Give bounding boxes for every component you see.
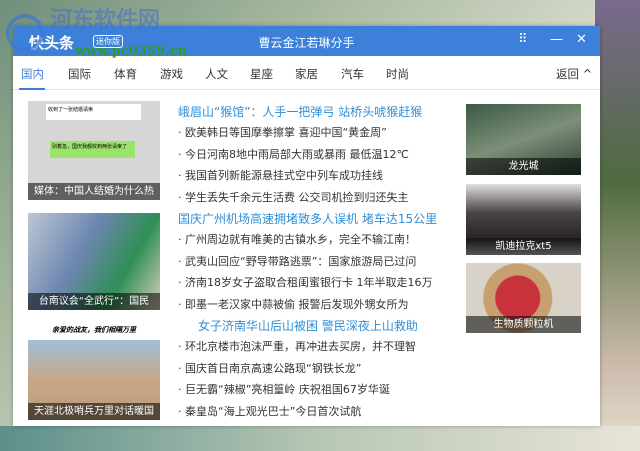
- news-image-soldiers[interactable]: 亲爱的战友，我们相隔万里 天涯北极哨兵万里对话暖国: [28, 322, 160, 420]
- news-item[interactable]: · 今日河南8地中雨局部大雨或暴雨 最低温12℃: [178, 146, 409, 162]
- image-caption: 生物质颗粒机: [466, 316, 581, 333]
- watermark-url: www.pc0359.cn: [75, 44, 187, 59]
- image-caption: 台南议会“全武行”：国民: [28, 293, 160, 310]
- news-image-tainan[interactable]: 台南议会“全武行”：国民: [28, 213, 160, 310]
- close-button[interactable]: ✕: [576, 32, 587, 47]
- tab-guonei[interactable]: 国内: [21, 66, 44, 82]
- news-headline[interactable]: 女子济南华山后山被困 警民深夜上山救助: [198, 317, 418, 334]
- image-caption: 凯迪拉克xt5: [466, 238, 581, 255]
- news-item[interactable]: · 济南18岁女子盗取合租闺蜜银行卡 1年半取走16万: [178, 274, 432, 290]
- minimize-button[interactable]: —: [550, 32, 563, 47]
- ad-image-pellet-machine[interactable]: 生物质颗粒机: [466, 263, 581, 333]
- news-item[interactable]: · 巨无霸“辣椒”亮相篁岭 庆祝祖国67岁华诞: [178, 381, 390, 397]
- ad-image-cadillac[interactable]: 凯迪拉克xt5: [466, 184, 581, 255]
- image-banner-text: 亲爱的战友，我们相隔万里: [52, 326, 136, 334]
- news-item[interactable]: · 学生丢失千余元生活费 公交司机捡到归还失主: [178, 189, 409, 205]
- background-bottom: [0, 426, 640, 451]
- back-button[interactable]: 返回 ^: [556, 66, 592, 82]
- news-item[interactable]: · 广州周边就有唯美的古镇水乡，完全不输江南！: [178, 231, 416, 247]
- tab-xingzuo[interactable]: 星座: [250, 66, 273, 82]
- background-right: [595, 0, 640, 451]
- image-caption: 媒体：中国人结婚为什么热: [28, 183, 160, 200]
- news-headline[interactable]: 国庆广州机场高速拥堵致多人误机 堵车达15公里: [178, 210, 437, 227]
- news-item[interactable]: · 环北京楼市泡沫严重，再冲进去买房，并不理智: [178, 338, 416, 354]
- news-item[interactable]: · 国庆首日南京高速公路现“钢铁长龙”: [178, 360, 361, 376]
- news-item[interactable]: · 秦皇岛“海上观光巴士”今日首次试航: [178, 403, 361, 419]
- watermark-logo-icon: [6, 14, 44, 52]
- tab-youxi[interactable]: 游戏: [160, 66, 183, 82]
- news-item[interactable]: · 我国首列新能源悬挂式空中列车成功挂线: [178, 167, 383, 183]
- chat-bubble: 收到了一张结婚请柬: [46, 104, 141, 120]
- tab-jiaju[interactable]: 家居: [295, 66, 318, 82]
- news-item[interactable]: · 即墨一老汉家中蒜被偷 报警后发现外甥女所为: [178, 296, 409, 312]
- grid-icon[interactable]: ⠿: [518, 32, 528, 47]
- image-caption: 天涯北极哨兵万里对话暖国: [28, 403, 160, 420]
- news-image-wedding[interactable]: 收到了一张结婚请柬 别着急，国庆我都收到两张请柬了 媒体：中国人结婚为什么热: [28, 101, 160, 200]
- category-tabs: 国内 国际 体育 游戏 人文 星座 家居 汽车 时尚 返回 ^: [13, 56, 600, 90]
- watermark-text: 河东软件网: [50, 7, 161, 33]
- tab-renwen[interactable]: 人文: [205, 66, 228, 82]
- news-window: 快头条 迷你版 曹云金江若琳分手 ⠿ — ✕ 国内 国际 体育 游戏 人文 星座…: [13, 26, 600, 426]
- tab-guoji[interactable]: 国际: [68, 66, 91, 82]
- ad-image-longguang[interactable]: 龙光城: [466, 104, 581, 175]
- news-item[interactable]: · 欧美韩日等国摩拳擦掌 喜迎中国“黄金周”: [178, 124, 387, 140]
- news-headline[interactable]: 峨眉山“猴馆”：人手一把弹弓 站桥头唬猴赶猴: [178, 103, 422, 120]
- tab-tiyu[interactable]: 体育: [114, 66, 137, 82]
- active-tab-indicator: [19, 88, 45, 90]
- tab-qiche[interactable]: 汽车: [341, 66, 364, 82]
- chat-bubble-green: 别着急，国庆我都收到两张请柬了: [50, 141, 135, 158]
- news-item[interactable]: · 武夷山回应“野导带路逃票”：国家旅游局已过问: [178, 253, 416, 269]
- image-caption: 龙光城: [466, 158, 581, 175]
- tab-shishang[interactable]: 时尚: [386, 66, 409, 82]
